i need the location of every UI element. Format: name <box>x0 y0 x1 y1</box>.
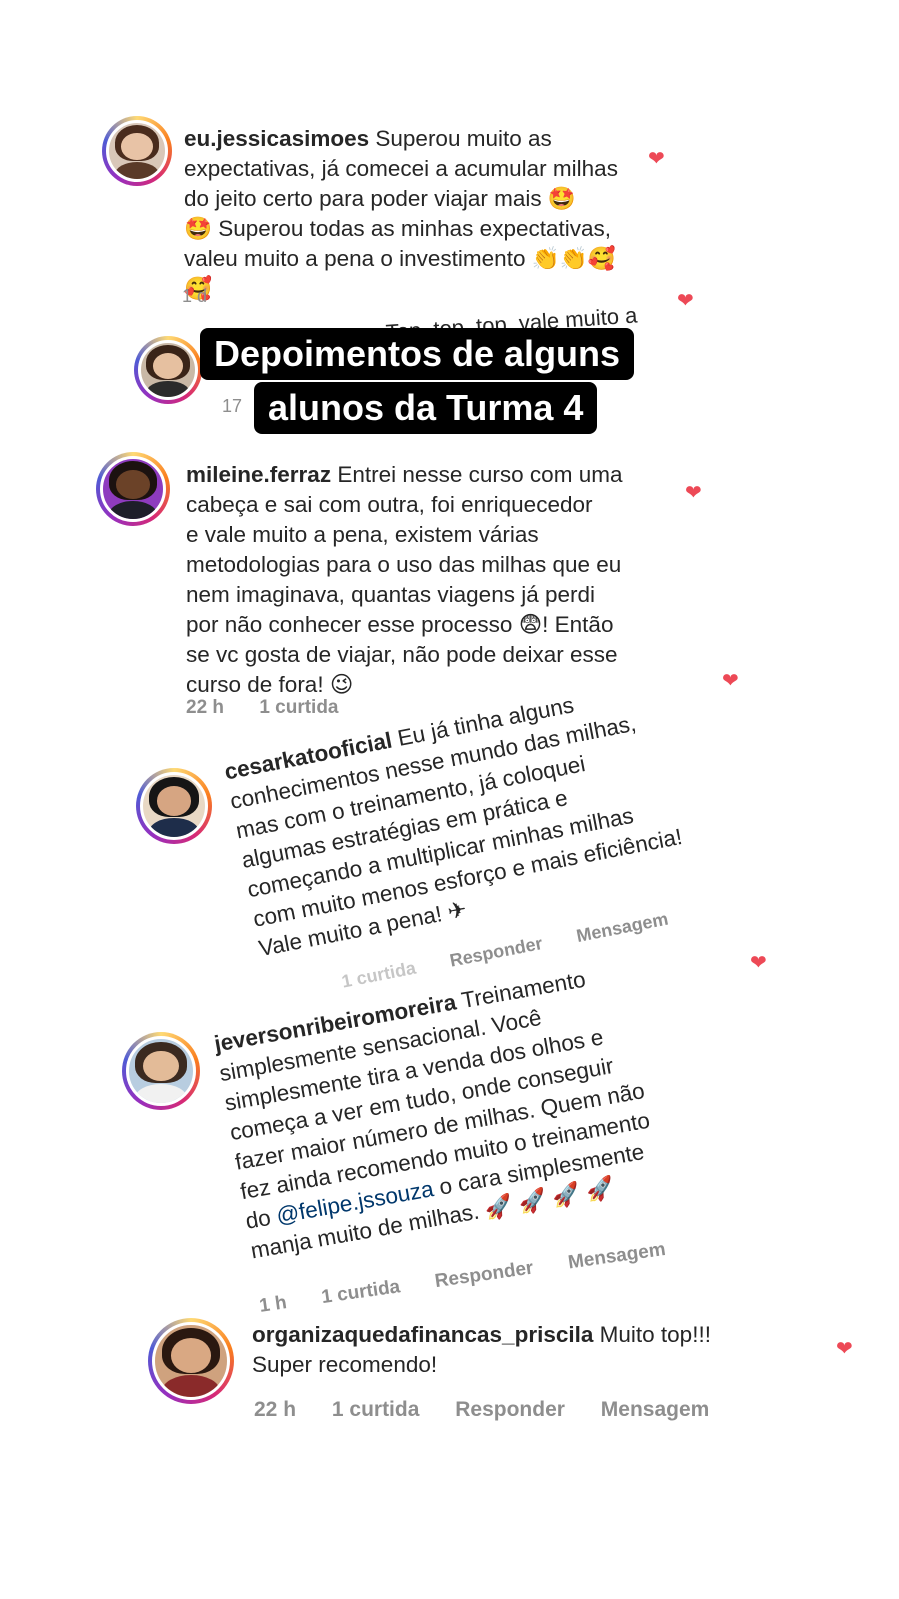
avatar[interactable] <box>102 116 172 186</box>
message-button[interactable]: Mensagem <box>575 909 670 946</box>
timestamp: 22 h <box>254 1398 297 1421</box>
timestamp: 1 h <box>258 1292 289 1317</box>
comment-meta: 22 h 1 curtida Responder Mensagem <box>254 1398 739 1422</box>
like-heart-icon[interactable]: ❤ <box>722 671 742 691</box>
like-heart-icon[interactable]: ❤ <box>677 291 697 311</box>
comment-text: organizaquedafinancas_priscila Muito top… <box>252 1322 711 1377</box>
avatar[interactable] <box>136 768 212 844</box>
comment-username[interactable]: eu.jessicasimoes <box>184 126 369 151</box>
likes-count[interactable]: 1 curtida <box>332 1398 420 1421</box>
comment-username[interactable]: mileine.ferraz <box>186 462 331 487</box>
likes-count[interactable]: 1 curtida <box>259 697 338 718</box>
like-heart-icon[interactable]: ❤ <box>750 953 770 973</box>
timestamp: 17 <box>222 396 243 416</box>
message-button[interactable]: Mensagem <box>601 1398 710 1421</box>
likes-count[interactable]: 1 curtida <box>320 1276 401 1308</box>
message-button[interactable]: Mensagem <box>567 1239 667 1273</box>
reply-button[interactable]: Responder <box>433 1258 534 1293</box>
avatar[interactable] <box>148 1318 234 1404</box>
comment-meta: 22 h 1 curtida <box>186 697 369 719</box>
timestamp: 22 h <box>186 697 225 718</box>
timestamp: 1 d <box>182 286 208 306</box>
avatar[interactable] <box>96 452 170 526</box>
comment-text: eu.jessicasimoes Superou muito as expect… <box>184 126 618 301</box>
overlay-title-line-1: Depoimentos de alguns <box>200 328 635 380</box>
like-heart-icon[interactable]: ❤ <box>685 483 705 503</box>
overlay-title-line-2: alunos da Turma 4 <box>254 382 598 434</box>
comment-text: mileine.ferraz Entrei nesse curso com um… <box>186 462 623 697</box>
reply-button[interactable]: Responder <box>455 1398 565 1421</box>
comment-text: jeversonribeiromoreira Treinamento simpl… <box>212 966 652 1264</box>
like-heart-icon[interactable]: ❤ <box>648 149 668 169</box>
comment-username[interactable]: organizaquedafinancas_priscila <box>252 1322 593 1347</box>
avatar[interactable] <box>134 336 202 404</box>
reply-button[interactable]: Responder <box>448 933 544 971</box>
likes-count[interactable]: 1 curtida <box>340 958 417 992</box>
avatar[interactable] <box>122 1032 200 1110</box>
like-heart-icon[interactable]: ❤ <box>836 1339 856 1359</box>
